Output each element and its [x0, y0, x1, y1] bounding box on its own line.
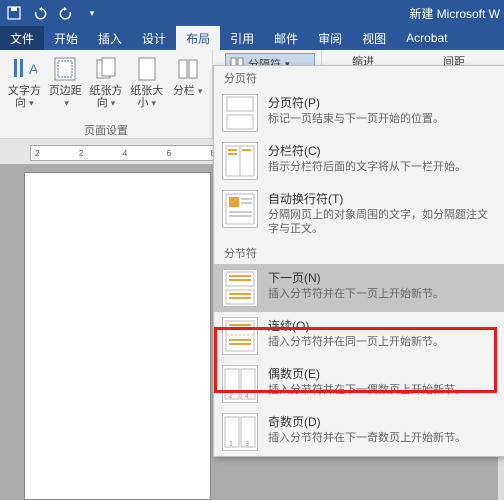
text-wrap-desc: 分隔网页上的对象周围的文字，如分隔题注文字与正文。 [268, 208, 497, 236]
even-page-title: 偶数页(E) [268, 365, 497, 382]
odd-page-break-item[interactable]: 13 奇数页(D) 插入分节符并在下一奇数页上开始新节。 [214, 408, 504, 456]
continuous-break-item[interactable]: 连续(O) 插入分节符并在同一页上开始新节。 [214, 312, 504, 360]
svg-text:3: 3 [245, 441, 249, 448]
even-page-icon: 24 [222, 365, 258, 403]
size-button[interactable]: 纸张大小 [128, 53, 165, 109]
ribbon-tabs: 文件 开始 插入 设计 布局 引用 邮件 审阅 视图 Acrobat [0, 26, 504, 50]
tab-insert[interactable]: 插入 [88, 26, 132, 50]
text-direction-button[interactable]: A 文字方向 [6, 53, 43, 109]
tab-references[interactable]: 引用 [220, 26, 264, 50]
margins-icon [51, 55, 79, 83]
next-page-break-item[interactable]: 下一页(N) 插入分节符并在下一页上开始新节。 [214, 264, 504, 312]
tab-acrobat[interactable]: Acrobat [396, 26, 457, 50]
columns-icon [174, 55, 202, 83]
tab-home[interactable]: 开始 [44, 26, 88, 50]
continuous-icon [222, 317, 258, 355]
tab-file[interactable]: 文件 [0, 26, 44, 50]
text-wrap-break-item[interactable]: 自动换行符(T) 分隔网页上的对象周围的文字，如分隔题注文字与正文。 [214, 185, 504, 241]
even-page-desc: 插入分节符并在下一偶数页上开始新节。 [268, 383, 497, 397]
text-wrap-icon [222, 190, 258, 228]
qat-dropdown-icon[interactable]: ▾ [82, 3, 102, 23]
column-break-desc: 指示分栏符后面的文字将从下一栏开始。 [268, 160, 497, 174]
even-page-break-item[interactable]: 24 偶数页(E) 插入分节符并在下一偶数页上开始新节。 [214, 360, 504, 408]
margins-button[interactable]: 页边距 [47, 53, 84, 109]
quick-access-toolbar: ▾ [4, 3, 102, 23]
odd-page-desc: 插入分节符并在下一奇数页上开始新节。 [268, 431, 497, 445]
text-direction-icon: A [10, 55, 38, 83]
tab-view[interactable]: 视图 [352, 26, 396, 50]
section-breaks-header: 分节符 [214, 241, 504, 264]
continuous-title: 连续(O) [268, 317, 497, 334]
size-label: 纸张大小 [128, 85, 165, 109]
svg-text:4: 4 [245, 393, 249, 400]
column-break-icon [222, 142, 258, 180]
svg-text:A: A [29, 61, 37, 77]
odd-page-icon: 13 [222, 413, 258, 451]
tab-design[interactable]: 设计 [132, 26, 176, 50]
page-break-icon [222, 94, 258, 132]
svg-text:1: 1 [229, 441, 233, 448]
svg-text:2: 2 [229, 393, 233, 400]
page-breaks-section-header: 分页符 [214, 66, 504, 89]
redo-icon[interactable] [56, 3, 76, 23]
undo-icon[interactable] [30, 3, 50, 23]
columns-button[interactable]: 分栏 [169, 53, 206, 109]
orientation-icon [92, 55, 120, 83]
odd-page-title: 奇数页(D) [268, 413, 497, 430]
next-page-icon [222, 269, 258, 307]
column-break-title: 分栏符(C) [268, 142, 497, 159]
tab-layout[interactable]: 布局 [176, 26, 220, 50]
page-setup-group-label: 页面设置 [0, 122, 212, 138]
text-wrap-title: 自动换行符(T) [268, 190, 497, 207]
window-title: 新建 Microsoft W [409, 5, 500, 22]
orientation-label: 纸张方向 [88, 85, 125, 109]
page-break-item[interactable]: 分页符(P) 标记一页结束与下一页开始的位置。 [214, 89, 504, 137]
column-break-item[interactable]: 分栏符(C) 指示分栏符后面的文字将从下一栏开始。 [214, 137, 504, 185]
document-page[interactable] [24, 172, 211, 500]
columns-label: 分栏 [173, 85, 203, 97]
title-bar: ▾ 新建 Microsoft W [0, 0, 504, 26]
orientation-button[interactable]: 纸张方向 [88, 53, 125, 109]
next-page-title: 下一页(N) [268, 269, 497, 286]
next-page-desc: 插入分节符并在下一页上开始新节。 [268, 287, 497, 301]
margins-label: 页边距 [47, 85, 84, 109]
save-icon[interactable] [4, 3, 24, 23]
tab-mailings[interactable]: 邮件 [264, 26, 308, 50]
continuous-desc: 插入分节符并在同一页上开始新节。 [268, 335, 497, 349]
size-icon [133, 55, 161, 83]
text-direction-label: 文字方向 [6, 85, 43, 109]
page-break-title: 分页符(P) [268, 94, 497, 111]
page-break-desc: 标记一页结束与下一页开始的位置。 [268, 112, 497, 126]
tab-review[interactable]: 审阅 [308, 26, 352, 50]
horizontal-ruler[interactable]: 2 2 4 6 8 [30, 145, 220, 161]
breaks-dropdown: 分页符 分页符(P) 标记一页结束与下一页开始的位置。 分栏符(C) 指示分栏符… [213, 65, 504, 457]
